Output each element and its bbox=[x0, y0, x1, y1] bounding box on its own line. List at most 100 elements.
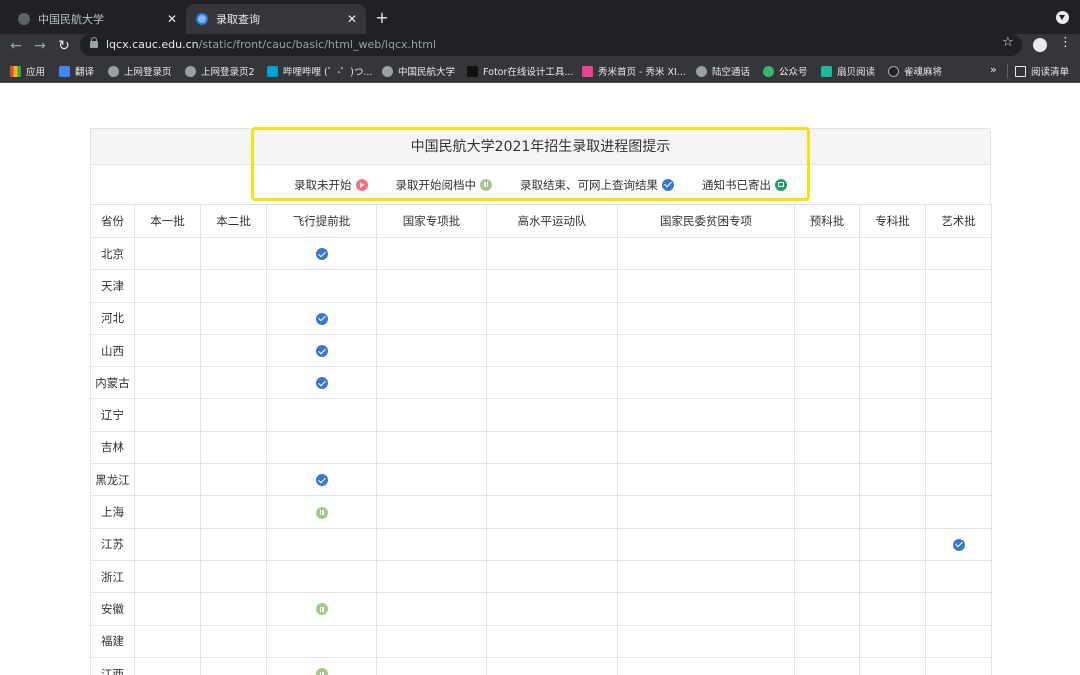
close-tab-icon[interactable]: ✕ bbox=[344, 12, 360, 26]
bookmark-item[interactable]: 公众号 bbox=[763, 64, 808, 78]
province-cell: 河北 bbox=[90, 301, 135, 335]
province-cell: 浙江 bbox=[90, 559, 135, 594]
status-cell bbox=[794, 430, 860, 465]
status-cell bbox=[859, 301, 926, 335]
status-cell bbox=[617, 656, 795, 675]
bookmarks-overflow-button[interactable]: » bbox=[990, 63, 997, 76]
status-cell bbox=[134, 559, 201, 594]
table-row: 上海 bbox=[90, 495, 992, 529]
status-cell bbox=[376, 398, 487, 432]
status-cell bbox=[486, 463, 618, 497]
status-cell bbox=[617, 301, 795, 335]
bookmark-item[interactable]: 哔哩哔哩 (゜-゜)つ... bbox=[267, 64, 372, 78]
status-cell bbox=[376, 269, 487, 303]
status-cell bbox=[134, 463, 201, 497]
status-cell bbox=[617, 430, 795, 465]
status-cell bbox=[794, 463, 860, 497]
status-cell bbox=[266, 559, 377, 594]
close-tab-icon[interactable]: ✕ bbox=[164, 12, 180, 26]
status-cell bbox=[925, 366, 992, 400]
status-cell bbox=[266, 592, 377, 626]
status-cell bbox=[794, 527, 860, 561]
status-cell bbox=[200, 430, 267, 465]
bookmark-item[interactable]: 扇贝阅读 bbox=[821, 64, 875, 78]
status-cell bbox=[134, 398, 201, 432]
xiumi-icon bbox=[582, 65, 593, 77]
column-header: 国家民委贫困专项 bbox=[617, 204, 795, 238]
address-bar[interactable]: lqcx.cauc.edu.cn/static/front/cauc/basic… bbox=[80, 34, 1022, 56]
new-tab-button[interactable]: + bbox=[372, 8, 392, 28]
table-row: 浙江 bbox=[90, 559, 992, 594]
status-cell bbox=[200, 236, 267, 271]
table-row: 黑龙江 bbox=[90, 463, 992, 497]
browser-tab-admission-query[interactable]: 录取查询 ✕ bbox=[186, 4, 366, 34]
table-row: 北京 bbox=[90, 236, 992, 271]
fotor-icon bbox=[467, 65, 478, 77]
status-cell bbox=[266, 430, 377, 465]
status-cell bbox=[617, 527, 795, 561]
status-cell bbox=[376, 624, 487, 658]
status-cell bbox=[794, 236, 860, 271]
status-cell bbox=[376, 333, 487, 368]
browser-tab-bar: 中国民航大学 ✕ 录取查询 ✕ + bbox=[0, 0, 1080, 34]
site-favicon-icon bbox=[196, 13, 208, 25]
province-cell: 内蒙古 bbox=[90, 366, 135, 400]
province-cell: 天津 bbox=[90, 269, 135, 303]
tab-search-icon[interactable] bbox=[1056, 11, 1069, 24]
status-cell bbox=[376, 559, 487, 594]
bookmark-item[interactable]: 应用 bbox=[10, 64, 45, 78]
table-header-row: 省份 本一批 本二批 飞行提前批 国家专项批 高水平运动队 国家民委贫困专项 预科批 专科批 艺术… bbox=[90, 204, 992, 238]
kebab-menu-icon[interactable]: ⋮ bbox=[1059, 35, 1072, 50]
province-cell: 辽宁 bbox=[90, 398, 135, 432]
bookmark-item[interactable]: 上网登录页2 bbox=[185, 64, 255, 78]
status-cell bbox=[486, 236, 618, 271]
reload-icon[interactable]: ↻ bbox=[54, 36, 74, 56]
bookmark-item[interactable]: 翻译 bbox=[59, 64, 94, 78]
status-cell bbox=[376, 527, 487, 561]
status-cell bbox=[925, 527, 992, 561]
wechat-icon bbox=[763, 65, 774, 77]
back-arrow-icon[interactable]: ← bbox=[6, 36, 26, 56]
profile-avatar-icon[interactable] bbox=[1033, 38, 1047, 52]
status-cell bbox=[376, 656, 487, 675]
status-cell bbox=[925, 624, 992, 658]
bookmark-item[interactable]: 上网登录页 bbox=[108, 64, 172, 78]
status-cell bbox=[200, 333, 267, 368]
status-cell bbox=[925, 398, 992, 432]
status-cell bbox=[266, 463, 377, 497]
bookmark-item[interactable]: Fotor在线设计工具... bbox=[467, 64, 573, 78]
status-cell bbox=[200, 495, 267, 529]
status-cell bbox=[486, 592, 618, 626]
status-cell bbox=[925, 236, 992, 271]
reading-list-button[interactable]: 阅读清单 bbox=[1015, 64, 1069, 78]
column-header: 本二批 bbox=[200, 204, 267, 238]
admission-progress-table: 省份 本一批 本二批 飞行提前批 国家专项批 高水平运动队 国家民委贫困专项 预科批 专科批 艺术… bbox=[90, 204, 992, 675]
status-cell bbox=[794, 366, 860, 400]
table-row: 内蒙古 bbox=[90, 366, 992, 400]
globe-icon bbox=[185, 65, 196, 77]
bookmark-item[interactable]: 秀米首页 - 秀米 XI... bbox=[582, 64, 686, 78]
bookmark-item[interactable]: 中国民航大学 bbox=[382, 64, 455, 78]
bookmark-item[interactable]: 陆空通话 bbox=[696, 64, 750, 78]
status-cell bbox=[617, 366, 795, 400]
lock-icon bbox=[90, 37, 98, 48]
browser-toolbar: ← → ↻ lqcx.cauc.edu.cn/static/front/cauc… bbox=[0, 34, 1080, 58]
bookmark-item[interactable]: 雀魂麻将 bbox=[888, 64, 942, 78]
status-cell bbox=[794, 559, 860, 594]
province-cell: 江西 bbox=[90, 656, 135, 675]
status-cell bbox=[794, 656, 860, 675]
table-row: 山西 bbox=[90, 333, 992, 368]
column-header: 艺术批 bbox=[925, 204, 992, 238]
status-cell bbox=[134, 269, 201, 303]
status-cell bbox=[266, 527, 377, 561]
status-cell bbox=[134, 301, 201, 335]
browser-tab-cauc[interactable]: 中国民航大学 ✕ bbox=[8, 4, 186, 34]
status-cell bbox=[134, 366, 201, 400]
status-cell bbox=[925, 592, 992, 626]
bookmarks-divider bbox=[1007, 64, 1008, 78]
column-header: 本一批 bbox=[134, 204, 201, 238]
bookmark-star-icon[interactable]: ☆ bbox=[1002, 35, 1014, 50]
check-circle-icon bbox=[315, 377, 328, 390]
status-cell bbox=[134, 656, 201, 675]
forward-arrow-icon[interactable]: → bbox=[30, 36, 50, 56]
